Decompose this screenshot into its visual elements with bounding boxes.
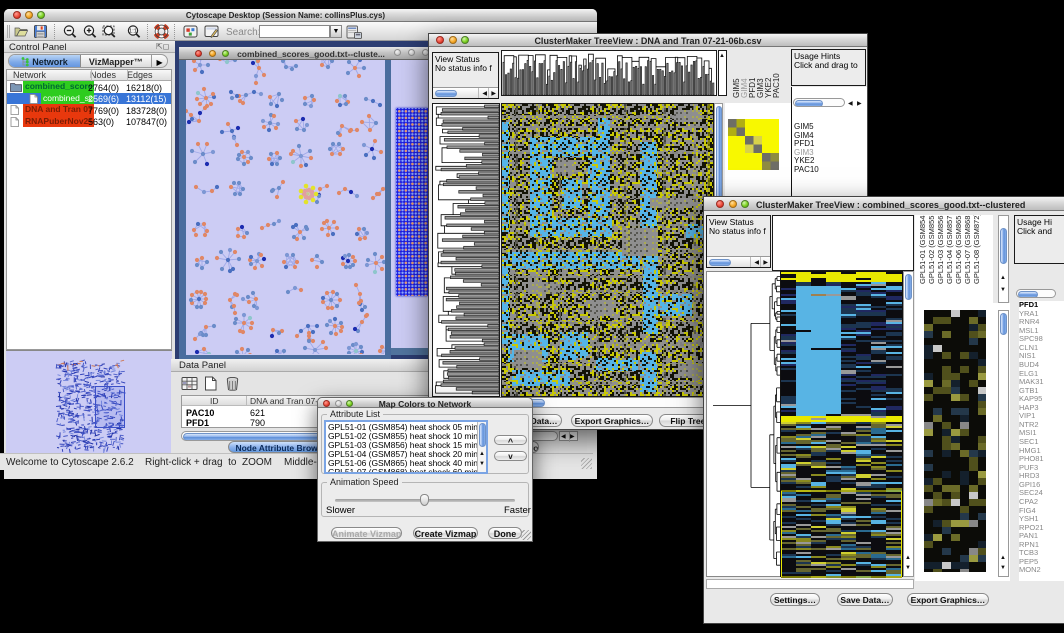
svg-text:1:1: 1:1 — [129, 29, 137, 35]
